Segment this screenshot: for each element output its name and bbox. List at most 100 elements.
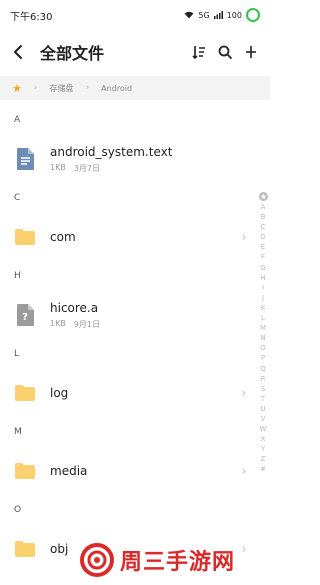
section-header: C <box>14 193 21 203</box>
section-header: H <box>14 271 21 281</box>
file-icon-wrap: ? <box>0 304 50 326</box>
file-name: android_system.text <box>50 144 173 159</box>
alphabet-index-letter[interactable]: K <box>261 303 266 313</box>
section-header: M <box>14 427 22 437</box>
file-name: media <box>50 464 88 478</box>
list-item[interactable]: com › <box>0 210 252 264</box>
section-header: A <box>14 115 21 125</box>
sort-icon <box>192 46 205 59</box>
watermark-logo-icon <box>80 543 114 577</box>
alphabet-index-letter[interactable]: G <box>260 263 265 273</box>
alphabet-index-letter[interactable]: O <box>260 343 266 353</box>
breadcrumb-separator: › <box>85 83 90 93</box>
folder-icon <box>15 463 35 479</box>
file-size: 1KB <box>50 162 66 172</box>
section-header: O <box>14 505 22 515</box>
alphabet-index-letter[interactable]: X <box>261 434 266 444</box>
alphabet-index-letter[interactable]: S <box>261 384 265 394</box>
folder-icon <box>15 385 35 401</box>
sort-button[interactable] <box>186 30 212 74</box>
alphabet-index-letter[interactable]: I <box>262 283 264 293</box>
file-text: media <box>50 464 236 478</box>
alphabet-index-letter[interactable]: V <box>261 414 266 424</box>
list-item[interactable]: log › <box>0 366 252 420</box>
file-text: com <box>50 230 236 244</box>
search-button[interactable] <box>212 30 238 74</box>
document-icon <box>17 148 34 170</box>
alphabet-index-letter[interactable]: Z <box>261 454 266 464</box>
favorite-index-icon[interactable] <box>258 192 268 201</box>
wifi-icon <box>184 11 194 19</box>
file-text: hicore.a 1KB 9月1日 <box>50 301 252 330</box>
status-icons: 5G 100 <box>184 8 260 22</box>
breadcrumb-item-android[interactable]: Android <box>101 84 132 93</box>
breadcrumb: ★ › 存储盘 › Android <box>0 76 270 100</box>
alphabet-index-letter[interactable]: F <box>261 252 265 262</box>
alphabet-index-letter[interactable]: R <box>261 374 266 384</box>
alphabet-index-letter[interactable]: H <box>260 273 265 283</box>
alphabet-index-letter[interactable]: W <box>260 424 267 434</box>
battery-percent: 100 <box>226 10 242 20</box>
alphabet-index-letter[interactable]: D <box>260 232 265 242</box>
alphabet-index-letter[interactable]: M <box>260 323 266 333</box>
file-icon-wrap <box>0 384 50 402</box>
file-size: 1KB <box>50 318 66 328</box>
watermark-text: 周三手游网 <box>120 550 236 575</box>
chevron-right-icon: › <box>241 542 247 556</box>
breadcrumb-item-storage[interactable]: 存储盘 <box>49 83 73 94</box>
alphabet-index-letter[interactable]: E <box>261 242 265 252</box>
back-button[interactable] <box>0 30 36 74</box>
file-icon-wrap <box>0 540 50 558</box>
file-text: android_system.text 1KB 3月7日 <box>50 145 252 174</box>
file-name: log <box>50 386 69 400</box>
file-icon-wrap <box>0 462 50 480</box>
alphabet-index[interactable]: A B C D E F G H I J K L M N O P Q R S T U V W X Y Z # <box>256 192 270 475</box>
file-date: 3月7日 <box>73 163 101 173</box>
alphabet-index-letter[interactable]: B <box>261 212 266 222</box>
battery-icon <box>246 8 260 22</box>
more-vertical-icon <box>246 46 256 58</box>
toolbar: 全部文件 <box>0 30 270 74</box>
section-header: L <box>14 349 20 359</box>
page-title: 全部文件 <box>40 44 105 63</box>
alphabet-index-letter[interactable]: C <box>261 222 266 232</box>
alphabet-index-letter[interactable]: L <box>261 313 265 323</box>
file-icon-wrap <box>0 148 50 170</box>
watermark: 周三手游网 <box>80 540 235 580</box>
more-button[interactable] <box>238 30 264 74</box>
alphabet-index-letter[interactable]: U <box>260 404 265 414</box>
svg-text:?: ? <box>22 312 28 323</box>
status-time: 下午6:30 <box>10 11 53 23</box>
status-bar: 下午6:30 5G 100 <box>0 0 270 30</box>
file-name: hicore.a <box>50 300 99 315</box>
back-arrow-icon <box>14 45 22 59</box>
signal-icon <box>213 11 223 19</box>
file-icon-wrap <box>0 228 50 246</box>
file-meta: 1KB 3月7日 <box>50 163 252 174</box>
alphabet-index-letter[interactable]: J <box>262 293 264 303</box>
signal-label: 5G <box>198 10 210 20</box>
chevron-right-icon: › <box>241 386 247 400</box>
search-icon <box>218 45 232 59</box>
folder-icon <box>15 229 35 245</box>
favorite-star-icon[interactable]: ★ <box>12 82 22 95</box>
alphabet-index-letter[interactable]: A <box>261 202 266 212</box>
list-item[interactable]: ? hicore.a 1KB 9月1日 <box>0 288 252 342</box>
chevron-right-icon: › <box>241 230 247 244</box>
file-meta: 1KB 9月1日 <box>50 319 252 330</box>
file-text: log <box>50 386 236 400</box>
alphabet-index-letter[interactable]: T <box>261 394 265 404</box>
file-name: com <box>50 230 76 244</box>
list-item[interactable]: media › <box>0 444 252 498</box>
alphabet-index-letter[interactable]: N <box>260 333 265 343</box>
file-list: Aandroid_system.text 1KB 3月7日 Ccom › H? hicore… <box>0 108 252 576</box>
alphabet-index-letter[interactable]: # <box>260 464 266 474</box>
alphabet-index-letter[interactable]: Q <box>260 364 266 374</box>
alphabet-index-letter[interactable]: P <box>261 353 265 363</box>
list-item[interactable]: android_system.text 1KB 3月7日 <box>0 132 252 186</box>
unknown-file-icon: ? <box>17 304 34 326</box>
folder-icon <box>15 541 35 557</box>
file-date: 9月1日 <box>73 319 101 329</box>
alphabet-index-letter[interactable]: Y <box>261 444 265 454</box>
breadcrumb-separator: › <box>33 83 38 93</box>
